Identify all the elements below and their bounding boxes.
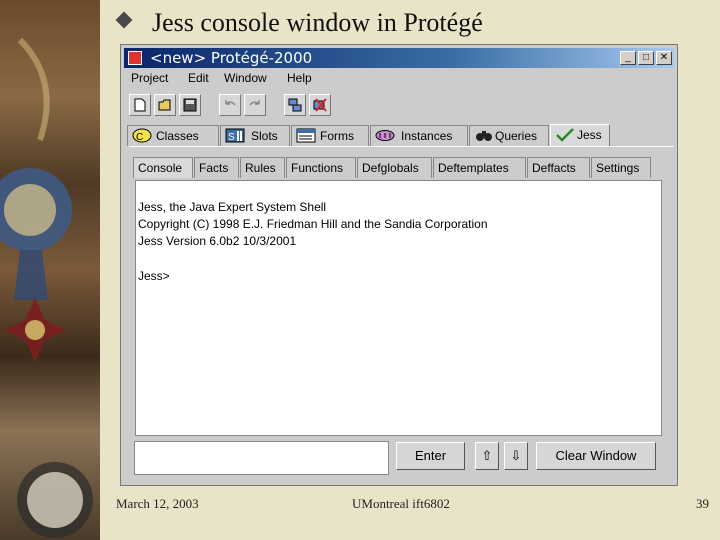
instances-icon (375, 130, 395, 141)
window-titlebar[interactable]: <new> Protégé-2000 _ □ ✕ (124, 48, 674, 68)
tab-functions[interactable]: Functions (286, 157, 356, 178)
menubar: Project Edit Window Help (124, 69, 674, 89)
tab-settings[interactable]: Settings (591, 157, 651, 178)
history-up-button[interactable]: ⇧ (475, 442, 499, 470)
toolbar (124, 91, 674, 121)
enter-button[interactable]: Enter (396, 442, 465, 470)
tab-classes[interactable]: C Classes (127, 125, 219, 146)
close-button[interactable]: ✕ (656, 51, 672, 65)
minimize-button[interactable]: _ (620, 51, 636, 65)
console-line: Jess Version 6.0b2 10/3/2001 (138, 234, 297, 248)
svg-text:S: S (228, 132, 235, 143)
page-number: 39 (696, 496, 709, 511)
jess-pane: Console Facts Rules Functions Defglobals… (129, 146, 674, 482)
undo-icon[interactable] (219, 94, 241, 116)
menu-help[interactable]: Help (287, 71, 312, 85)
menu-edit[interactable]: Edit (188, 71, 209, 85)
redo-icon[interactable] (244, 94, 266, 116)
classes-icon: C (132, 128, 152, 143)
svg-text:C: C (136, 132, 143, 143)
tab-instances[interactable]: Instances (370, 125, 468, 146)
history-down-button[interactable]: ⇩ (504, 442, 528, 470)
tab-queries[interactable]: Queries (469, 125, 549, 146)
checkmark-icon (556, 128, 574, 142)
slots-icon: S (225, 128, 245, 143)
tab-console[interactable]: Console (133, 157, 193, 178)
tab-slots[interactable]: S Slots (220, 125, 290, 146)
main-tabs: C Classes S Slots Forms Instances Querie… (127, 124, 675, 147)
console-line: Copyright (C) 1998 E.J. Friedman Hill an… (138, 217, 488, 231)
maximize-button[interactable]: □ (638, 51, 654, 65)
tab-defglobals[interactable]: Defglobals (357, 157, 432, 178)
console-line: Jess, the Java Expert System Shell (138, 200, 327, 214)
console-prompt: Jess> (138, 269, 170, 283)
bullet-diamond-icon (115, 11, 133, 29)
console-output[interactable]: Jess, the Java Expert System Shell Copyr… (135, 180, 662, 436)
menu-project[interactable]: Project (131, 71, 168, 85)
tab-jess[interactable]: Jess (550, 124, 610, 147)
footer-center: UMontreal ift6802 (352, 496, 450, 511)
tab-deffacts[interactable]: Deffacts (527, 157, 590, 178)
slide-title: Jess console window in Protégé (152, 8, 483, 37)
window-title: <new> Protégé-2000 (150, 49, 313, 67)
tab-forms[interactable]: Forms (291, 125, 369, 146)
decorative-photo (0, 0, 100, 540)
protege-window: <new> Protégé-2000 _ □ ✕ Project Edit Wi… (120, 44, 678, 486)
save-icon[interactable] (179, 94, 201, 116)
command-input[interactable] (134, 441, 389, 475)
binoculars-icon (476, 131, 492, 141)
tab-deftemplates[interactable]: Deftemplates (433, 157, 526, 178)
open-folder-icon[interactable] (154, 94, 176, 116)
clear-window-button[interactable]: Clear Window (536, 442, 656, 470)
menu-window[interactable]: Window (224, 71, 267, 85)
cascade-icon[interactable] (284, 94, 306, 116)
forms-icon (296, 128, 316, 143)
app-icon (128, 51, 142, 65)
new-file-icon[interactable] (129, 94, 151, 116)
close-windows-icon[interactable] (309, 94, 331, 116)
footer-date: March 12, 2003 (116, 496, 199, 511)
jess-sub-tabs: Console Facts Rules Functions Defglobals… (133, 157, 673, 179)
tab-facts[interactable]: Facts (194, 157, 239, 178)
tab-rules[interactable]: Rules (240, 157, 285, 178)
